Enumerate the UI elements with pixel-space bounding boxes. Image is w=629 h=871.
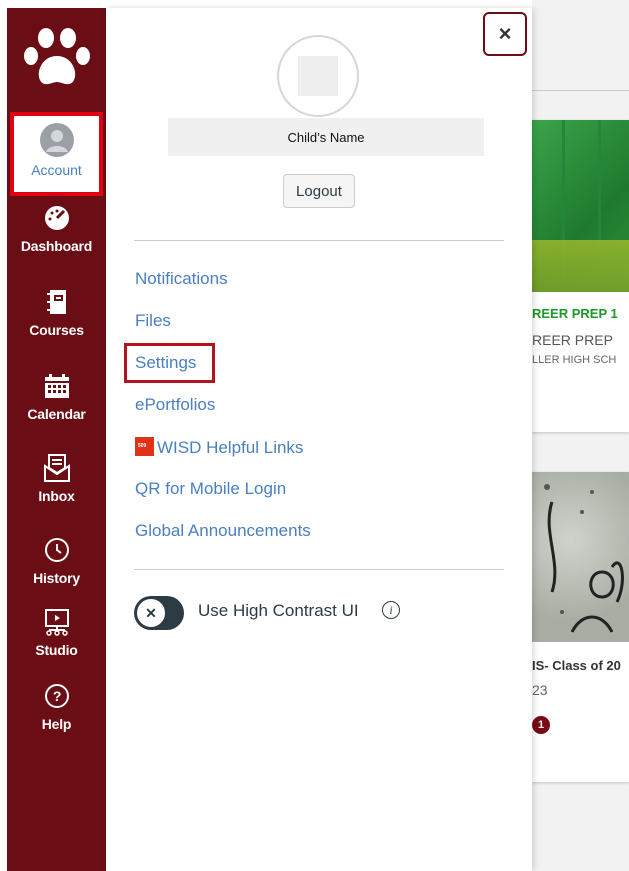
script-decoration (544, 484, 624, 633)
studio-icon (43, 608, 71, 636)
course-card-2-title[interactable]: IS- Class of 20 (532, 658, 621, 673)
link-settings[interactable]: Settings (135, 353, 196, 373)
paw-icon (23, 28, 90, 85)
nav-item-help[interactable]: ? Help (7, 682, 106, 732)
history-icon (43, 536, 71, 564)
nav-item-label: Help (41, 716, 72, 732)
inbox-icon (43, 454, 71, 482)
help-icon: ? (43, 682, 71, 710)
link-wisd-helpful-links[interactable]: WISD Helpful Links (135, 437, 303, 458)
nav-item-label: Courses (29, 322, 84, 338)
nav-item-label: Calendar (27, 406, 86, 422)
nav-item-studio[interactable]: Studio (7, 608, 106, 658)
nav-account[interactable]: Account (10, 112, 103, 196)
nav-item-label: History (33, 570, 80, 586)
course-card-1-title[interactable]: REER PREP 1 (532, 306, 618, 321)
course-card-2-image (532, 472, 629, 642)
account-tray: × Child’s Name Logout Notifications File… (106, 8, 532, 871)
close-tray-button[interactable]: × (483, 12, 527, 56)
tray-divider-bottom (134, 569, 504, 570)
course-card-2-subtitle: 23 (532, 682, 548, 698)
dashboard-icon (43, 204, 71, 232)
wisd-link-icon (135, 437, 154, 456)
nav-item-inbox[interactable]: Inbox (7, 454, 106, 504)
avatar-placeholder (298, 56, 338, 96)
course-card-1[interactable]: REER PREP 1 REER PREP LLER HIGH SCH (532, 120, 629, 432)
logout-button[interactable]: Logout (283, 174, 355, 208)
nav-item-courses[interactable]: Courses (7, 288, 106, 338)
nav-item-dashboard[interactable]: Dashboard (7, 204, 106, 254)
link-files[interactable]: Files (135, 311, 171, 331)
global-navigation: Account Dashboard Courses Calendar Inbox (7, 8, 106, 871)
nav-item-label: Studio (35, 642, 78, 658)
info-icon[interactable]: i (382, 601, 400, 619)
nav-item-history[interactable]: History (7, 536, 106, 586)
paw-logo-icon[interactable] (7, 8, 106, 108)
tray-divider-top (134, 240, 504, 241)
link-notifications[interactable]: Notifications (135, 269, 228, 289)
nav-account-label: Account (31, 162, 82, 178)
user-name: Child’s Name (168, 118, 484, 156)
nav-item-calendar[interactable]: Calendar (7, 372, 106, 422)
svg-text:?: ? (52, 688, 60, 704)
link-wisd-label: WISD Helpful Links (157, 438, 304, 457)
course-card-1-subtitle: REER PREP (532, 332, 613, 348)
avatar-icon (39, 123, 74, 157)
nav-item-label: Inbox (38, 488, 75, 504)
toggle-off-x-icon: ✕ (135, 597, 167, 629)
profile-avatar[interactable] (277, 35, 359, 117)
link-global-announcements[interactable]: Global Announcements (135, 521, 311, 541)
canvas-screen: REER PREP 1 REER PREP LLER HIGH SCH IS- … (0, 0, 629, 871)
link-eportfolios[interactable]: ePortfolios (135, 395, 215, 415)
courses-icon (43, 288, 71, 316)
dashboard-header-divider (532, 90, 629, 91)
unread-badge: 1 (532, 716, 550, 734)
high-contrast-toggle[interactable]: ✕ (134, 596, 184, 630)
course-card-1-image (532, 120, 629, 292)
course-card-2[interactable]: IS- Class of 20 23 1 (532, 472, 629, 782)
locker-lower-band (532, 240, 629, 292)
calendar-icon (43, 372, 71, 400)
high-contrast-label: Use High Contrast UI (198, 601, 359, 620)
link-qr-mobile-login[interactable]: QR for Mobile Login (135, 479, 286, 499)
course-card-1-school: LLER HIGH SCH (532, 354, 617, 366)
nav-item-label: Dashboard (20, 238, 93, 254)
